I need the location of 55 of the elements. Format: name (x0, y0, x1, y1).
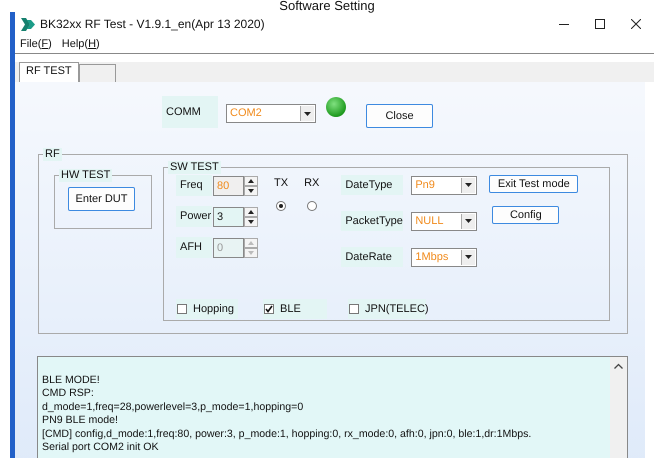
window-title: BK32xx RF Test - V1.9.1_en(Apr 13 2020) (40, 16, 265, 33)
checkbox-item[interactable]: BLE (263, 299, 327, 319)
dropdown-arrow-icon (304, 112, 311, 116)
radio-button[interactable] (276, 200, 286, 210)
log-line: d_mode=1,freq=28,powerlevel=3,p_mode=1,hopping=0 (42, 400, 304, 414)
menu-item[interactable]: Help(H) (62, 36, 100, 53)
close-icon (631, 19, 641, 29)
checkbox[interactable] (177, 304, 187, 314)
down-caret-icon (248, 220, 254, 224)
checkbox-item[interactable]: Hopping (176, 299, 238, 319)
dropdown-arrow-icon (465, 255, 472, 259)
checkbox[interactable] (264, 304, 274, 314)
spin-up-button[interactable] (244, 176, 258, 186)
up-caret-icon (248, 240, 254, 244)
log-line: BLE MODE! (42, 374, 101, 388)
action-button[interactable]: Exit Test mode (489, 175, 578, 193)
down-caret-icon (248, 188, 254, 192)
log-line: [CMD] config,d_mode:1,freq:80, power:3, p_mode:1, hopping:0, rx_mode:0, afh:0, jpn:0, ble:1,dr:1Mbps. (42, 428, 532, 442)
app-logo-icon (21, 18, 35, 30)
group-title: HW TEST (59, 169, 112, 182)
field-label: DateRate (341, 247, 404, 267)
field-label: AFH (176, 237, 212, 258)
up-caret-icon (248, 210, 254, 214)
group-title: SW TEST (168, 161, 221, 174)
field-label: Freq (176, 175, 212, 196)
log-line: CMD RSP: (42, 387, 95, 401)
maximize-icon (595, 19, 605, 29)
group-title: RF (43, 148, 62, 161)
spin-down-button[interactable] (244, 216, 258, 226)
tab[interactable]: RF TEST (19, 62, 79, 82)
field-label: Power (176, 206, 212, 227)
page-heading: Software Setting (278, 0, 376, 12)
checkbox[interactable] (349, 304, 359, 314)
dropdown-arrow-icon (465, 183, 472, 187)
down-caret-icon (248, 250, 254, 254)
enter-dut-button[interactable]: Enter DUT (68, 187, 135, 211)
dropdown-arrow-icon (465, 219, 472, 223)
spin-up-button[interactable] (244, 206, 258, 216)
action-button[interactable]: Config (492, 206, 560, 224)
spin-down-button[interactable] (244, 186, 258, 196)
comm-label: COMM (162, 96, 218, 128)
scrollbar[interactable] (610, 357, 627, 458)
radio-label: TX (274, 176, 288, 191)
spin-field[interactable]: 3 (213, 206, 244, 226)
field-label: DateType (341, 175, 404, 195)
log-line: PN9 BLE mode! (42, 414, 119, 428)
scroll-up-icon[interactable] (614, 363, 623, 369)
field-label: PacketType (341, 211, 404, 231)
checkbox-item[interactable]: JPN(TELEC) (348, 299, 426, 319)
menu-item[interactable]: File(F) (20, 36, 52, 53)
up-caret-icon (248, 178, 254, 182)
radio-button[interactable] (306, 200, 317, 210)
log-line: Serial port COM2 init OK (42, 441, 160, 454)
close-port-button[interactable]: Close (366, 104, 433, 128)
radio-label: RX (304, 176, 320, 191)
